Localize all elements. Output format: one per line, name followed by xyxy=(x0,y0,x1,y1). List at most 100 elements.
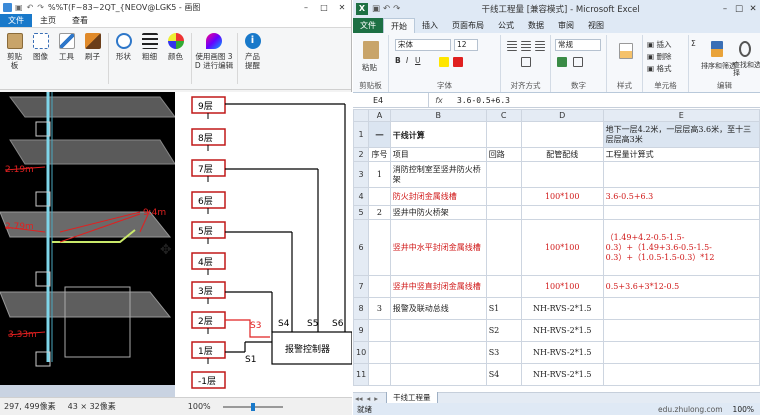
cell[interactable]: S2 xyxy=(485,319,522,342)
save-icon[interactable]: ▣ xyxy=(15,3,23,12)
cell[interactable]: S1 xyxy=(485,297,522,320)
cell[interactable] xyxy=(389,341,487,364)
spreadsheet-grid[interactable]: A B C D E 1 一干线计算 地下一层4.2米，一层层高3.6米，至十三层层高… xyxy=(353,109,760,392)
next-sheet-icon[interactable]: ▸ xyxy=(374,394,378,403)
cell[interactable]: NH-RVS-2*1.5 xyxy=(520,341,604,364)
column-header[interactable]: E xyxy=(602,109,760,122)
tab-insert[interactable]: 插入 xyxy=(415,18,445,33)
cell[interactable] xyxy=(368,341,391,364)
minimize-icon[interactable]: – xyxy=(297,3,315,12)
tab-file[interactable]: 文件 xyxy=(353,18,383,33)
font-name-select[interactable]: 宋体 xyxy=(395,39,451,51)
row-header[interactable]: 7 xyxy=(353,275,370,298)
tab-home[interactable]: 开始 xyxy=(383,18,415,33)
cell[interactable]: S4 xyxy=(485,363,522,386)
image-button[interactable]: 图像 xyxy=(28,31,53,86)
tab-view[interactable]: 视图 xyxy=(581,18,611,33)
column-header[interactable]: C xyxy=(485,109,522,122)
cell[interactable]: 配管配线 xyxy=(520,147,604,162)
redo-icon[interactable]: ↷ xyxy=(393,4,400,14)
formula-input[interactable]: 3.6-0.5+6.3 xyxy=(449,96,510,105)
styles-icon[interactable] xyxy=(619,43,633,59)
cell[interactable]: 100*100 xyxy=(520,219,604,276)
maximize-icon[interactable]: □ xyxy=(732,4,746,14)
cell[interactable]: 报警及联动总线 xyxy=(389,297,487,320)
name-box[interactable]: E4 xyxy=(353,93,429,107)
close-icon[interactable]: ✕ xyxy=(333,3,351,12)
zoom-slider[interactable] xyxy=(222,402,283,411)
paint3d-button[interactable]: 使用画图 3 D 进行编辑 xyxy=(194,31,234,86)
cell[interactable] xyxy=(368,187,391,206)
cell[interactable] xyxy=(368,219,391,276)
align-left-icon[interactable] xyxy=(507,41,517,51)
cell[interactable] xyxy=(485,161,522,188)
cell[interactable] xyxy=(389,363,487,386)
paste-button[interactable]: 粘贴 xyxy=(362,62,377,73)
cell[interactable] xyxy=(602,205,760,220)
number-format-select[interactable]: 常规 xyxy=(555,39,601,51)
bold-button[interactable]: B xyxy=(395,56,401,65)
prev-sheet-icon[interactable]: ◂ xyxy=(367,394,371,403)
cell[interactable]: 100*100 xyxy=(520,275,604,298)
cell[interactable]: 项目 xyxy=(389,147,487,162)
cell[interactable]: 序号 xyxy=(368,147,391,162)
row-header[interactable]: 11 xyxy=(353,363,370,386)
cell[interactable] xyxy=(520,205,604,220)
shapes-button[interactable]: 形状 xyxy=(111,31,136,86)
clipboard-button[interactable]: 剪贴 板 xyxy=(2,31,27,86)
underline-button[interactable]: U xyxy=(415,56,421,65)
line-width-button[interactable]: 粗细 xyxy=(137,31,162,86)
format-button[interactable]: ▣ 格式 xyxy=(647,63,671,74)
cell[interactable]: 竖井中水平封闭金属线槽 xyxy=(389,219,487,276)
cell[interactable]: （1.49+4.2-0.5-1.5-0.3）+（1.49+3.6-0.5-1.5… xyxy=(602,219,760,276)
tab-formulas[interactable]: 公式 xyxy=(491,18,521,33)
row-header[interactable]: 4 xyxy=(353,187,370,206)
cell[interactable]: S3 xyxy=(485,341,522,364)
tab-page-layout[interactable]: 页面布局 xyxy=(445,18,491,33)
cell[interactable] xyxy=(602,341,760,364)
cell[interactable]: 消防控制室至竖井防火桥架 xyxy=(389,161,487,188)
cell[interactable]: 3 xyxy=(368,297,391,320)
row-header[interactable]: 9 xyxy=(353,319,370,342)
cell[interactable] xyxy=(485,121,522,148)
row-header[interactable]: 8 xyxy=(353,297,370,320)
font-size-select[interactable]: 12 xyxy=(454,39,478,51)
cell[interactable] xyxy=(368,319,391,342)
sort-filter-button[interactable]: 排序和筛选 xyxy=(701,61,736,71)
undo-icon[interactable]: ↶ xyxy=(383,4,390,14)
italic-button[interactable]: I xyxy=(406,56,408,65)
cell[interactable] xyxy=(368,363,391,386)
delete-button[interactable]: ▣ 删除 xyxy=(647,51,671,62)
maximize-icon[interactable]: □ xyxy=(315,3,333,12)
first-sheet-icon[interactable]: ◂◂ xyxy=(355,394,363,403)
cell[interactable]: NH-RVS-2*1.5 xyxy=(520,319,604,342)
close-icon[interactable]: ✕ xyxy=(746,4,760,14)
row-header[interactable]: 6 xyxy=(353,219,370,276)
cell[interactable] xyxy=(485,205,522,220)
cell[interactable] xyxy=(485,275,522,298)
cell[interactable] xyxy=(602,319,760,342)
fx-icon[interactable]: fx xyxy=(429,96,449,105)
undo-icon[interactable]: ↶ xyxy=(27,3,34,12)
cell[interactable]: 地下一层4.2米，一层层高3.6米，至十三层层高3米 xyxy=(602,121,760,148)
cell[interactable]: 一 xyxy=(368,121,391,148)
tab-data[interactable]: 数据 xyxy=(521,18,551,33)
tab-view[interactable]: 查看 xyxy=(64,14,96,27)
insert-button[interactable]: ▣ 插入 xyxy=(647,39,671,50)
cell[interactable] xyxy=(520,121,604,148)
row-header[interactable]: 10 xyxy=(353,341,370,364)
cell[interactable]: 干线计算 xyxy=(389,121,487,148)
row-header[interactable]: 1 xyxy=(353,121,370,148)
currency-icon[interactable] xyxy=(557,57,567,67)
cell[interactable]: 回路 xyxy=(485,147,522,162)
align-center-icon[interactable] xyxy=(521,41,531,51)
sum-icon[interactable]: Σ xyxy=(691,39,696,48)
cell[interactable] xyxy=(368,275,391,298)
tools-button[interactable]: 工具 xyxy=(54,31,79,86)
cell[interactable]: 2 xyxy=(368,205,391,220)
cell[interactable] xyxy=(602,363,760,386)
cell[interactable] xyxy=(485,219,522,276)
find-select-button[interactable]: 查找和选择 xyxy=(733,61,760,77)
cell[interactable]: 工程量计算式 xyxy=(602,147,760,162)
column-header[interactable]: A xyxy=(368,109,391,122)
